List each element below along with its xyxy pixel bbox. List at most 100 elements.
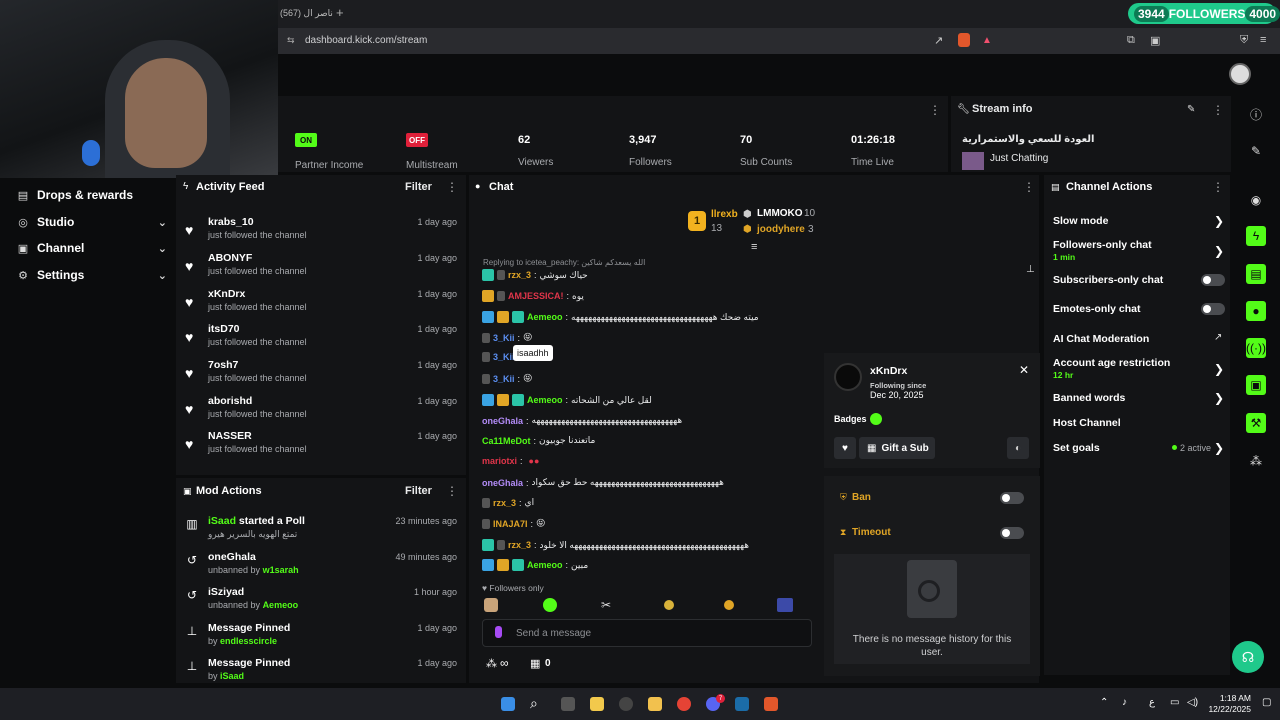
followers-only-item[interactable]: Followers-only chat 1 min xyxy=(1053,239,1152,262)
chat-message[interactable]: INAJA7I: 😝 xyxy=(482,518,545,529)
sidebar-toggle-icon[interactable]: ▣ xyxy=(1150,34,1160,47)
mod-tools-icon[interactable]: ▣ xyxy=(1246,375,1266,395)
url-text[interactable]: dashboard.kick.com/stream xyxy=(305,35,427,46)
activity-user[interactable]: ABONYF xyxy=(208,252,252,264)
chevron-right-icon[interactable]: ❯ xyxy=(1214,391,1224,405)
chat-username[interactable]: rzx_3 xyxy=(508,270,531,280)
activity-user[interactable]: 7osh7 xyxy=(208,359,238,371)
account-age-item[interactable]: Account age restriction 12 hr xyxy=(1053,357,1170,380)
steam-icon[interactable] xyxy=(735,697,749,711)
banned-words-item[interactable]: Banned words xyxy=(1053,392,1125,404)
activity-user[interactable]: itsD70 xyxy=(208,323,240,335)
chat-username[interactable]: oneGhala xyxy=(482,416,523,426)
chat-username[interactable]: rzx_3 xyxy=(508,540,531,550)
broadcast-icon[interactable]: ((·)) xyxy=(1246,338,1266,358)
chat-bubble-icon[interactable]: ● xyxy=(1246,301,1266,321)
collapse-icon[interactable]: ≡ xyxy=(751,241,757,253)
chevron-up-icon[interactable]: ⌃ xyxy=(1100,697,1108,708)
activity-user[interactable]: aborishd xyxy=(208,395,252,407)
mic-tray-icon[interactable]: ♪ xyxy=(1122,697,1127,708)
chevron-right-icon[interactable]: ❯ xyxy=(1214,214,1224,228)
ban-toggle[interactable] xyxy=(1000,492,1024,504)
chat-message[interactable]: rzx_3: ههههههههههههههههههههههههههههههههه… xyxy=(482,539,749,551)
browser-tab[interactable]: ناصر ال (567) xyxy=(280,8,333,19)
activity-user[interactable]: NASSER xyxy=(208,430,252,442)
volume-icon[interactable]: ◁) xyxy=(1187,697,1198,708)
sidebar-item-channel[interactable]: ▣ Channel ⌄ xyxy=(17,241,167,255)
chat-username[interactable]: 3_Kii xyxy=(493,352,515,362)
activity-user[interactable]: xKnDrx xyxy=(208,288,245,300)
store-app-icon[interactable] xyxy=(590,697,604,711)
more-tools-icon[interactable]: ⁂ xyxy=(1246,451,1266,471)
chevron-right-icon[interactable]: ❯ xyxy=(1214,441,1224,455)
stats-more-icon[interactable]: ⋮ xyxy=(929,103,941,117)
chat-username[interactable]: mariotxi xyxy=(482,456,517,466)
brave-shield-icon[interactable] xyxy=(958,33,970,47)
chat-message[interactable]: oneGhala: هههههههههههههههههههههههههههههه… xyxy=(482,415,682,426)
user-card-name[interactable]: xKnDrx xyxy=(870,365,907,377)
site-info-icon[interactable]: ⇆ xyxy=(287,35,295,46)
notification-icon[interactable]: ▢ xyxy=(1262,697,1271,708)
chat-message[interactable]: Ca11MeDot: ماتعندنا جوبيون xyxy=(482,435,595,446)
chat-message[interactable]: mariotxi: ●● xyxy=(482,456,539,466)
notes-icon[interactable]: ▤ xyxy=(1246,264,1266,284)
mod-sub-user[interactable]: endlesscircle xyxy=(220,636,277,646)
sidebar-item-settings[interactable]: ⚙ Settings ⌄ xyxy=(17,268,167,282)
mod-user[interactable]: iSaad xyxy=(208,515,236,527)
emote-icon[interactable] xyxy=(724,600,734,610)
folder-icon[interactable] xyxy=(648,697,662,711)
pencil-icon[interactable]: ✎ xyxy=(1246,141,1266,161)
chat-message[interactable]: 3_Kii: 😝 xyxy=(482,332,532,343)
emote-icon[interactable] xyxy=(777,598,793,612)
chrome-icon[interactable] xyxy=(677,697,691,711)
close-icon[interactable]: ✕ xyxy=(1019,363,1029,377)
input-language[interactable]: ع xyxy=(1149,697,1155,708)
list-item[interactable]: ↺ iSziyad unbanned by Aemeoo 1 hour ago xyxy=(185,586,457,620)
chat-username[interactable]: oneGhala xyxy=(482,478,523,488)
chat-username[interactable]: Ca11MeDot xyxy=(482,436,531,446)
leaderboard-second-name[interactable]: LMMOKO xyxy=(757,208,803,219)
subscribers-only-item[interactable]: Subscribers-only chat xyxy=(1053,274,1163,286)
follow-heart-button[interactable]: ♥ xyxy=(834,437,856,459)
chat-message[interactable]: Aemeoo: مبين xyxy=(482,559,588,571)
network-icon[interactable]: ▭ xyxy=(1170,697,1179,708)
external-link-icon[interactable]: ↗ xyxy=(1214,332,1222,343)
mute-icon[interactable]: ◐ xyxy=(1007,437,1029,459)
activity-user[interactable]: krabs_10 xyxy=(208,216,254,228)
brave-icon[interactable] xyxy=(764,697,778,711)
pin-icon[interactable]: ⊥ xyxy=(1026,264,1035,275)
chat-message[interactable]: oneGhala: هههههههههههههههههههههههههههههه… xyxy=(482,477,724,488)
channel-actions-more-icon[interactable]: ⋮ xyxy=(1212,180,1224,194)
subscribers-only-toggle[interactable] xyxy=(1201,274,1225,286)
points-icon[interactable]: ⁂ xyxy=(486,657,497,670)
chat-more-icon[interactable]: ⋮ xyxy=(1023,180,1035,194)
activity-more-icon[interactable]: ⋮ xyxy=(446,180,458,194)
extensions-icon[interactable]: ⧉ xyxy=(1127,34,1135,47)
lightning-icon[interactable]: ϟ xyxy=(1246,226,1266,246)
mod-more-icon[interactable]: ⋮ xyxy=(446,484,458,498)
start-icon[interactable] xyxy=(501,697,515,711)
chat-message[interactable]: Aemeoo: ميته ضحك ههههههههههههههههههههههه… xyxy=(482,311,759,323)
mod-filter-button[interactable]: Filter xyxy=(405,485,432,497)
list-item[interactable]: ♥ aborishd just followed the channel 1 day … xyxy=(185,395,457,429)
list-item[interactable]: ♥ 7osh7 just followed the channel 1 day ago xyxy=(185,359,457,393)
list-item[interactable]: ⊥ Message Pinned by iSaad 1 day ago xyxy=(185,657,457,681)
stream-category[interactable]: Just Chatting xyxy=(990,153,1048,164)
sidebar-item-studio[interactable]: ◎ Studio ⌄ xyxy=(17,215,167,229)
task-view-icon[interactable] xyxy=(561,697,575,711)
chat-username[interactable]: rzx_3 xyxy=(493,498,516,508)
host-channel-item[interactable]: Host Channel xyxy=(1053,417,1121,429)
set-goals-item[interactable]: Set goals xyxy=(1053,442,1100,454)
system-clock[interactable]: 1:18 AM 12/22/2025 xyxy=(1207,693,1251,715)
chat-username[interactable]: Aemeoo xyxy=(527,560,563,570)
gift-sub-button[interactable]: ▦ Gift a Sub xyxy=(859,437,935,459)
app-icon[interactable] xyxy=(619,697,633,711)
mic-icon[interactable] xyxy=(495,626,502,638)
emotes-only-toggle[interactable] xyxy=(1201,303,1225,315)
emote-icon[interactable]: ✂ xyxy=(601,598,611,612)
chat-message[interactable]: AMJESSICA!: يوه xyxy=(482,290,584,302)
timeout-toggle[interactable] xyxy=(1000,527,1024,539)
chat-username[interactable]: 3_Kii xyxy=(493,374,515,384)
chevron-right-icon[interactable]: ❯ xyxy=(1214,362,1224,376)
chat-username[interactable]: 3_Kii xyxy=(493,333,515,343)
